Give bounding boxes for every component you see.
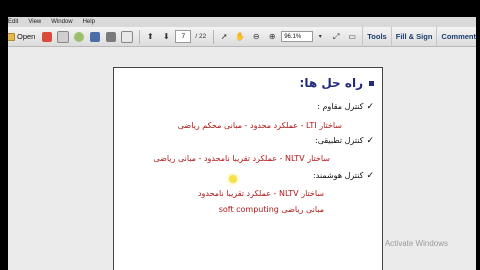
document-canvas[interactable]: راه حل ها: ✓کنترل مقاوم : ساختار LTI - ع… [8, 47, 476, 270]
check-icon: ✓ [366, 136, 374, 146]
item-1-label: ✓کنترل مقاوم : [317, 102, 374, 112]
zoom-in-button[interactable]: ⊕ [265, 30, 279, 44]
gear-icon [74, 31, 85, 42]
open-label: Open [17, 32, 36, 41]
chevron-down-icon: ▾ [318, 34, 322, 40]
zoom-dropdown[interactable]: ▾ [313, 30, 327, 44]
arrow-down-icon: ⬇ [163, 32, 170, 41]
activation-watermark: Activate Windows [384, 239, 448, 248]
zoom-level-input[interactable]: 96.1% [281, 31, 314, 42]
comment-link[interactable]: Comment [436, 27, 480, 47]
hand-tool-button[interactable]: ✋ [233, 30, 247, 44]
toolbar-divider [213, 29, 215, 44]
edit-button[interactable] [56, 30, 70, 44]
cursor-icon: ➚ [220, 32, 228, 41]
check-icon: ✓ [366, 171, 374, 181]
slide-title: راه حل ها: [300, 76, 374, 90]
zoom-out-button[interactable]: ⊖ [249, 30, 263, 44]
read-mode-button[interactable]: ▭ [345, 30, 359, 44]
select-tool-button[interactable]: ➚ [217, 30, 231, 44]
page-total: / 22 [195, 33, 207, 40]
document-page: راه حل ها: ✓کنترل مقاوم : ساختار LTI - ع… [113, 67, 383, 270]
menu-help[interactable]: Help [83, 19, 95, 25]
fit-page-button[interactable]: ⤢ [329, 30, 343, 44]
print-icon [106, 31, 117, 42]
menu-edit[interactable]: Edit [8, 19, 18, 25]
prev-page-button[interactable]: ⬆ [143, 30, 157, 44]
create-pdf-button[interactable] [40, 30, 54, 44]
toolbar: Open ⬆ ⬇ 7 / 22 ➚ ✋ ⊖ ⊕ 96.1% ▾ ⤢ ▭ Tool… [0, 27, 480, 47]
menu-view[interactable]: View [28, 19, 41, 25]
hand-icon: ✋ [235, 32, 246, 41]
read-mode-icon: ▭ [348, 32, 356, 41]
mouse-cursor-highlight [229, 175, 237, 183]
right-panel-links: Tools Fill & Sign Comment [362, 27, 480, 47]
item-3-extra: مبانی ریاضی soft computing [218, 205, 324, 214]
settings-button[interactable] [72, 30, 86, 44]
next-page-button[interactable]: ⬇ [159, 30, 173, 44]
item-3-detail: ساختار NLTV - عملکرد تقریبا نامحدود [197, 189, 324, 198]
right-border [476, 0, 480, 270]
zoom-in-icon: ⊕ [268, 32, 276, 41]
item-2-label-text: کنترل تطبیقی: [315, 136, 364, 145]
create-pdf-icon [42, 31, 53, 42]
page-number-input[interactable]: 7 [175, 30, 192, 43]
save-button[interactable] [88, 30, 102, 44]
arrow-up-icon: ⬆ [147, 32, 154, 41]
item-1-detail: ساختار LTI - عملکرد محدود - مبانی محکم ر… [177, 121, 342, 130]
tools-link[interactable]: Tools [362, 27, 390, 47]
edit-icon [57, 30, 70, 43]
pdf-viewer-window: Edit View Window Help Open ⬆ ⬇ 7 / 22 ➚ … [0, 0, 480, 270]
email-button[interactable] [120, 30, 134, 44]
item-1-label-text: کنترل مقاوم : [317, 102, 364, 111]
mail-icon [121, 30, 134, 43]
save-icon [90, 31, 101, 42]
bullet-icon [369, 81, 374, 86]
zoom-out-icon: ⊖ [252, 32, 260, 41]
menu-window[interactable]: Window [51, 19, 72, 25]
left-border [0, 0, 8, 270]
toolbar-divider [139, 29, 141, 44]
fill-sign-link[interactable]: Fill & Sign [390, 27, 437, 47]
menu-bar: Edit View Window Help [0, 17, 480, 27]
check-icon: ✓ [366, 102, 374, 112]
print-button[interactable] [104, 30, 118, 44]
slide-title-text: راه حل ها: [299, 76, 363, 90]
item-2-detail: ساختار NLTV - عملکرد تقریبا نامحدود - مب… [153, 154, 330, 163]
item-2-label: ✓کنترل تطبیقی: [315, 136, 374, 146]
item-3-label: ✓کنترل هوشمند: [313, 171, 374, 181]
item-3-label-text: کنترل هوشمند: [313, 171, 364, 180]
fit-page-icon: ⤢ [333, 31, 340, 41]
